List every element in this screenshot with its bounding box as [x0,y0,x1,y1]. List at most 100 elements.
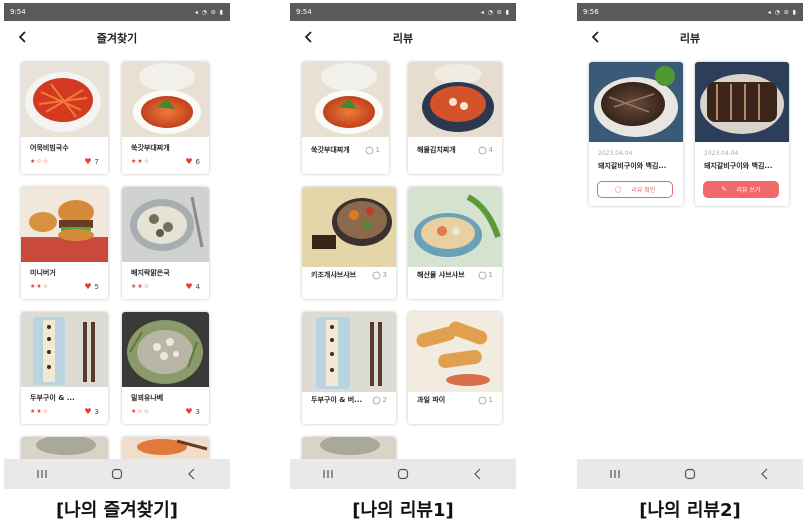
system-nav-bar [577,459,803,489]
chevron-left-icon[interactable] [14,28,32,46]
favorite-card[interactable]: 밀꾀유나베 ★☆☆ ♥ 3 [122,312,209,424]
screen-favorites: 9:54 ◂ ◔ ⊘ ▮ 즐겨찾기 어묵비빔국수 ★☆☆ ♥ 7 쑥갓부대찌개 ★★… [4,3,230,489]
rating-stars: ★★☆ [131,283,151,290]
item-name: 과일 파이 [417,396,446,404]
pencil-icon: ✎ [721,186,727,193]
app-bar: 즐겨찾기 [4,21,230,55]
button-label: 리뷰 확인 [631,187,656,194]
nav-back-icon[interactable] [177,464,207,484]
recent-apps-icon[interactable] [27,464,57,484]
button-label: 리뷰 쓰기 [736,187,761,194]
food-image [408,187,502,267]
system-nav-bar [4,459,230,489]
comment-icon [372,396,380,404]
food-image [122,62,209,137]
review-card[interactable]: 두부구이 & 버... 2 [302,312,396,424]
comment-icon [478,271,486,279]
food-image [589,62,683,142]
status-bar: 9:54 ◂ ◔ ⊘ ▮ [290,3,516,21]
nav-back-icon[interactable] [750,464,780,484]
comment-icon: ◯ [614,186,622,193]
favorite-card[interactable]: 미니버거 ★★☆ ♥ 5 [21,187,108,299]
item-name: 미니버거 [30,269,56,277]
page-title: 리뷰 [679,32,701,45]
favorite-card[interactable] [21,437,108,459]
food-image [302,312,396,392]
like-count: 7 [94,158,99,166]
item-name: 쑥갓부대찌개 [311,146,350,154]
written-reviews: 2023.04.04 돼지갈비구이와 백김... ◯ 리뷰 확인 2023.04.… [577,55,803,459]
comment-count: 1 [488,396,493,404]
caption-reviews-2: [나의 리뷰2] [639,500,741,521]
comment-count: 4 [488,146,493,154]
screen-reviews-2: 9:56 ◂ ◔ ⊘ ▮ 리뷰 2023.04.04 돼지갈비구이와 백김...… [577,3,803,489]
comment-count: 3 [382,271,387,279]
rating-stars: ★★☆ [131,158,151,165]
home-icon[interactable] [388,464,418,484]
heart-icon[interactable]: ♥ [84,407,91,416]
recent-apps-icon[interactable] [600,464,630,484]
item-name: 돼지갈비구이와 백김... [704,162,773,170]
write-review-button[interactable]: ✎ 리뷰 쓰기 [703,181,779,198]
status-bar: 9:54 ◂ ◔ ⊘ ▮ [4,3,230,21]
like-count: 3 [94,408,99,416]
comment-count: 2 [382,396,387,404]
like-count: 6 [195,158,200,166]
page-title: 리뷰 [392,32,414,45]
favorite-card[interactable]: 쑥갓부대찌개 ★★☆ ♥ 6 [122,62,209,174]
favorite-card[interactable] [122,437,209,459]
review-card[interactable]: 해산물 샤브샤브 1 [408,187,502,299]
rating-stars: ★☆☆ [30,158,50,165]
review-card[interactable]: 쑥갓부대찌개 1 [302,62,389,174]
heart-icon[interactable]: ♥ [185,157,192,166]
review-card[interactable]: 해물김치찌개 4 [408,62,502,174]
recent-apps-icon[interactable] [313,464,343,484]
rating-stars: ★☆☆ [131,408,151,415]
food-image [21,312,108,387]
food-image [408,312,502,392]
review-card[interactable]: 과일 파이 1 [408,312,502,424]
review-card[interactable] [302,437,396,459]
review-card[interactable]: 키조개샤브샤브 3 [302,187,396,299]
item-name: 두부구이 & 버... [311,396,363,404]
favorites-grid: 어묵비빔국수 ★☆☆ ♥ 7 쑥갓부대찌개 ★★☆ ♥ 6 미니버거 ★★☆ ♥ 5 배지락… [4,55,230,459]
review-card[interactable]: 2023.04.04 돼지갈비구이와 백김... ◯ 리뷰 확인 [589,62,683,206]
item-name: 키조개샤브샤브 [311,271,357,279]
favorite-card[interactable]: 배지락맑은국 ★★☆ ♥ 4 [122,187,209,299]
comment-count: 1 [488,271,493,279]
comment-icon [365,146,373,154]
heart-icon[interactable]: ♥ [185,407,192,416]
app-bar: 리뷰 [290,21,516,55]
rating-stars: ★★☆ [30,408,50,415]
comment-icon [478,396,486,404]
food-image [122,187,209,262]
status-time: 9:56 [583,8,599,16]
chevron-left-icon[interactable] [587,28,605,46]
like-count: 4 [195,283,200,291]
page-title: 즐겨찾기 [96,32,138,45]
favorite-card[interactable]: 어묵비빔국수 ★☆☆ ♥ 7 [21,62,108,174]
status-icons: ◂ ◔ ⊘ ▮ [767,8,797,16]
status-icons: ◂ ◔ ⊘ ▮ [194,8,224,16]
status-bar: 9:56 ◂ ◔ ⊘ ▮ [577,3,803,21]
review-card[interactable]: 2023.04.04 돼지갈비구이와 백김... ✎ 리뷰 쓰기 [695,62,789,206]
view-review-button[interactable]: ◯ 리뷰 확인 [597,181,673,198]
chevron-left-icon[interactable] [300,28,318,46]
home-icon[interactable] [675,464,705,484]
heart-icon[interactable]: ♥ [185,282,192,291]
food-image [695,62,789,142]
heart-icon[interactable]: ♥ [84,157,91,166]
review-date: 2023.04.04 [704,150,739,157]
food-image [21,62,108,137]
like-count: 5 [94,283,99,291]
nav-back-icon[interactable] [463,464,493,484]
screen-reviews-1: 9:54 ◂ ◔ ⊘ ▮ 리뷰 쑥갓부대찌개 1 해물김치찌개 4 키조개샤브샤… [290,3,516,489]
food-image [302,62,389,137]
item-name: 해물김치찌개 [417,146,456,154]
comment-icon [478,146,486,154]
comment-icon [372,271,380,279]
home-icon[interactable] [102,464,132,484]
heart-icon[interactable]: ♥ [84,282,91,291]
item-name: 밀꾀유나베 [131,394,164,402]
favorite-card[interactable]: 두부구이 & ... ★★☆ ♥ 3 [21,312,108,424]
